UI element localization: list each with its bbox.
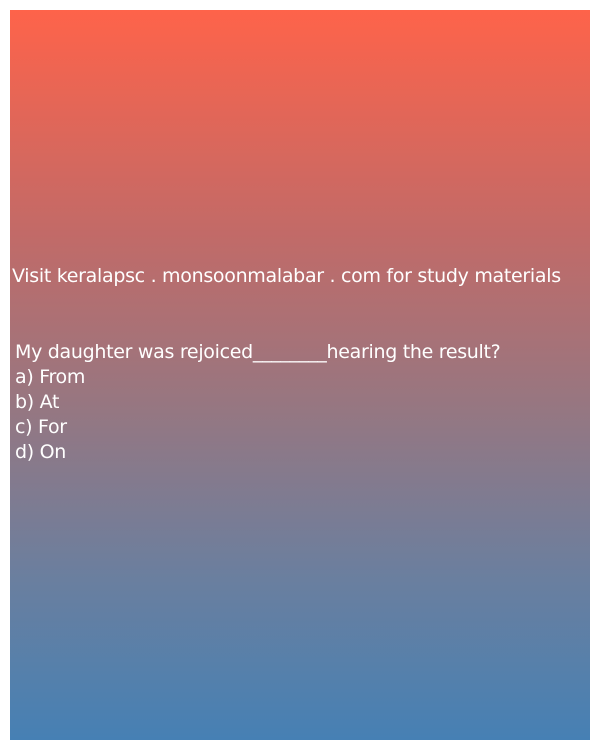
option-a: a) From <box>15 366 86 388</box>
quiz-card: Visit keralapsc . monsoonmalabar . com f… <box>10 10 590 740</box>
question-block: My daughter was rejoiced________hearing … <box>15 340 590 465</box>
website-notice: Visit keralapsc . monsoonmalabar . com f… <box>12 265 561 287</box>
question-text: My daughter was rejoiced________hearing … <box>15 341 501 363</box>
option-d: d) On <box>15 441 67 463</box>
option-b: b) At <box>15 391 60 413</box>
option-c: c) For <box>15 416 67 438</box>
